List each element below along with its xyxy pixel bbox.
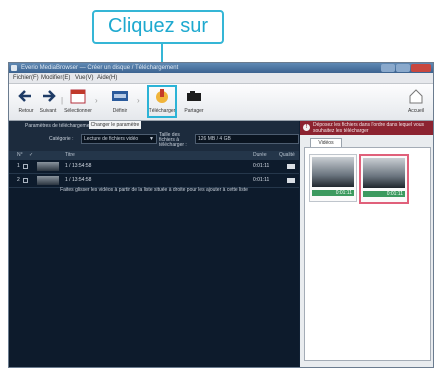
window-title: Everio MediaBrowser — Créer un disque / … — [21, 65, 179, 71]
media-icon — [112, 91, 128, 101]
upload-settings: Paramètres de téléchargement Changer le … — [9, 121, 299, 151]
menu-help[interactable]: Aide(H) — [97, 73, 117, 83]
category-value: Lecture de fichiers vidéo — [84, 136, 139, 142]
upload-highlight — [147, 85, 177, 118]
media-panel: ! Déposez les fichiers dans l'ordre dans… — [300, 121, 433, 367]
row-duration: 0:01:11 — [253, 177, 270, 183]
chevron-down-icon: ▼ — [149, 136, 154, 142]
table-row[interactable]: 2 1 / 13:54:58 0:01:11 — [9, 174, 299, 188]
menu-view[interactable]: Vue(V) — [75, 73, 93, 83]
row-no: 1 — [17, 163, 20, 169]
row-no: 2 — [17, 177, 20, 183]
upload-list-panel: Paramètres de téléchargement Changer le … — [9, 121, 299, 367]
row-checkbox[interactable] — [23, 178, 28, 183]
row-title: 1 / 13:54:58 — [65, 177, 92, 183]
warning-icon: ! — [303, 124, 310, 131]
category-dropdown[interactable]: Lecture de fichiers vidéo ▼ — [81, 134, 157, 144]
home-label: Accueil — [407, 108, 425, 114]
share-step-button[interactable]: Partager — [181, 86, 207, 118]
row-checkbox[interactable] — [23, 164, 28, 169]
app-icon — [11, 65, 17, 71]
settings-step-label: Définir — [112, 108, 128, 114]
video-thumbnail — [363, 158, 405, 188]
maximize-button[interactable] — [396, 64, 410, 72]
size-value-box: 126 MB / 4 GB — [195, 134, 299, 144]
header-check: ✓ — [29, 152, 34, 158]
camera-icon — [187, 91, 201, 101]
quality-badge — [287, 164, 295, 169]
app-window: Everio MediaBrowser — Créer un disque / … — [8, 62, 434, 368]
settings-step-button[interactable]: Définir — [107, 86, 133, 118]
toolbar: Retour Suivant | Sélectionner › Définir … — [9, 84, 433, 121]
warning-banner: ! Déposez les fichiers dans l'ordre dans… — [300, 121, 433, 135]
quality-badge — [287, 178, 295, 183]
menu-file[interactable]: Fichier(F) — [13, 73, 39, 83]
step-arrow-2: › — [137, 96, 140, 105]
table-row[interactable]: 1 1 / 13:54:58 0:01:11 — [9, 160, 299, 174]
row-title: 1 / 13:54:58 — [65, 163, 92, 169]
header-title: Titre — [65, 152, 75, 158]
menu-edit[interactable]: Modifier(E) — [41, 73, 70, 83]
drag-hint: Faites glisser les vidéos à partir de la… — [60, 187, 248, 193]
category-label: Catégorie : — [49, 136, 74, 142]
header-quality: Qualité — [279, 152, 295, 158]
video-thumbnail — [312, 157, 354, 187]
menu-bar: Fichier(F) Modifier(E) Vue(V) Aide(H) — [9, 73, 433, 84]
calendar-icon — [70, 89, 86, 104]
row-duration: 0:01:11 — [253, 163, 270, 169]
home-icon — [409, 89, 423, 104]
minimize-button[interactable] — [381, 64, 395, 72]
forward-arrow-icon — [43, 90, 56, 102]
title-bar: Everio MediaBrowser — Créer un disque / … — [9, 63, 433, 73]
header-duration: Durée — [253, 152, 267, 158]
select-step-label: Sélectionner — [64, 108, 92, 114]
select-step-button[interactable]: Sélectionner — [64, 86, 92, 118]
warning-text: Déposez les fichiers dans l'ordre dans l… — [313, 122, 425, 134]
forward-label: Suivant — [39, 108, 57, 114]
row-thumbnail — [37, 162, 59, 171]
video-card-selected[interactable]: 0:01:11 — [359, 154, 409, 204]
step-arrow: › — [95, 96, 98, 105]
settings-label: Paramètres de téléchargement — [25, 123, 94, 129]
toolbar-separator: | — [61, 96, 64, 105]
back-arrow-icon — [18, 90, 31, 102]
size-label: Taille des fichiers à télécharger : — [159, 132, 187, 148]
share-step-label: Partager — [184, 108, 204, 114]
video-grid: 0:01:11 0:01:11 — [304, 147, 431, 361]
close-button[interactable] — [411, 64, 431, 72]
video-card[interactable]: 0:01:11 — [309, 154, 357, 202]
video-duration: 0:01:11 — [363, 191, 405, 197]
video-duration: 0:01:11 — [312, 190, 354, 196]
forward-button[interactable]: Suivant — [35, 86, 61, 118]
row-thumbnail — [37, 176, 59, 185]
table-header: N° ✓ Titre Durée Qualité — [9, 151, 299, 160]
callout-label: Cliquez sur — [92, 10, 224, 44]
home-button[interactable]: Accueil — [403, 86, 429, 118]
header-no: N° — [17, 152, 23, 158]
change-setting-popup[interactable]: Changer le paramètre — [89, 121, 141, 129]
